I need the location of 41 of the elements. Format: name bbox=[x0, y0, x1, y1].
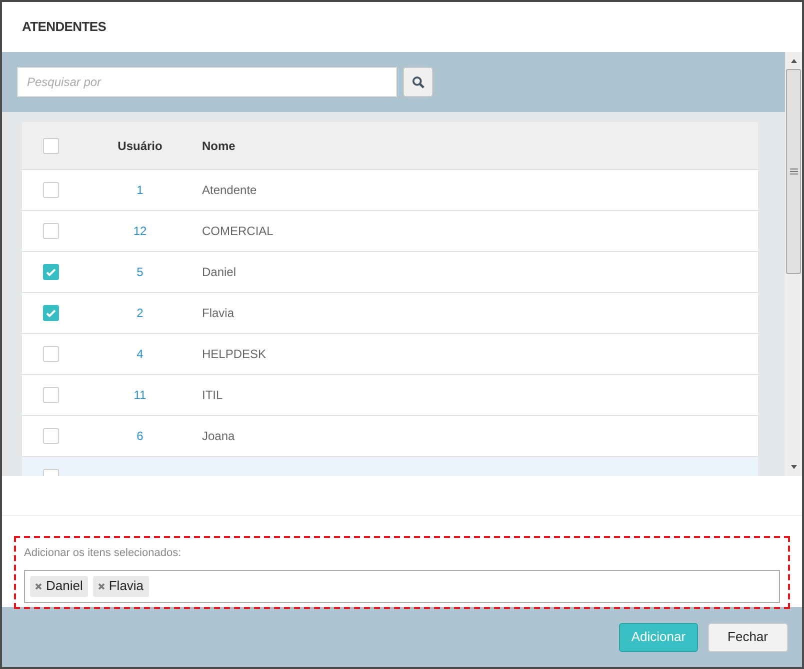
user-id-cell-text: 12 bbox=[133, 223, 147, 240]
checkbox[interactable] bbox=[43, 428, 59, 444]
search-icon bbox=[412, 76, 424, 88]
name-cell: Joana bbox=[202, 429, 235, 443]
name-cell: Flavia bbox=[202, 306, 234, 320]
checkbox[interactable] bbox=[43, 305, 59, 321]
column-header: Nome bbox=[202, 138, 236, 152]
dialog-title: ATENDENTES bbox=[22, 18, 106, 36]
scrollbar-thumb[interactable] bbox=[786, 69, 801, 274]
name-cell: Daniel bbox=[202, 265, 236, 279]
checkmark-icon bbox=[45, 307, 57, 319]
checkbox[interactable] bbox=[43, 223, 59, 239]
name-cell: Atendente bbox=[202, 183, 257, 197]
search-field[interactable]: Pesquisar por bbox=[17, 67, 397, 97]
user-id-cell-text: 5 bbox=[136, 264, 144, 281]
close-button[interactable]: Fechar bbox=[708, 622, 788, 652]
user-id-cell-text: 1 bbox=[136, 182, 144, 199]
name-cell: ITIL bbox=[202, 388, 223, 402]
user-id-cell-text: 4 bbox=[136, 346, 144, 363]
user-id-cell-text: 11 bbox=[134, 387, 146, 404]
checkmark-icon bbox=[45, 266, 57, 278]
tags-field[interactable]: Daniel Flavia bbox=[24, 570, 780, 602]
checkbox[interactable] bbox=[43, 387, 59, 403]
checkbox[interactable] bbox=[43, 182, 59, 198]
scrollbar[interactable] bbox=[785, 52, 802, 476]
user-id-cell-text: 2 bbox=[136, 305, 144, 322]
user-id-cell-text: 6 bbox=[136, 428, 144, 445]
scroll-up-icon[interactable] bbox=[790, 57, 798, 65]
tag[interactable]: Flavia bbox=[92, 576, 149, 596]
column-header: Usuário bbox=[118, 138, 162, 154]
remove-icon[interactable] bbox=[35, 582, 42, 590]
checkbox[interactable] bbox=[43, 264, 59, 280]
name-cell: COMERCIAL bbox=[202, 224, 274, 238]
scroll-down-icon[interactable] bbox=[790, 463, 798, 471]
checkbox[interactable] bbox=[43, 138, 59, 154]
selection-label: Adicionar os itens selecionados: bbox=[24, 546, 182, 561]
remove-icon[interactable] bbox=[98, 582, 105, 590]
search-button[interactable] bbox=[403, 67, 433, 97]
name-cell: HELPDESK bbox=[202, 347, 266, 361]
checkbox[interactable] bbox=[43, 346, 59, 362]
tag[interactable]: Daniel bbox=[30, 576, 88, 596]
